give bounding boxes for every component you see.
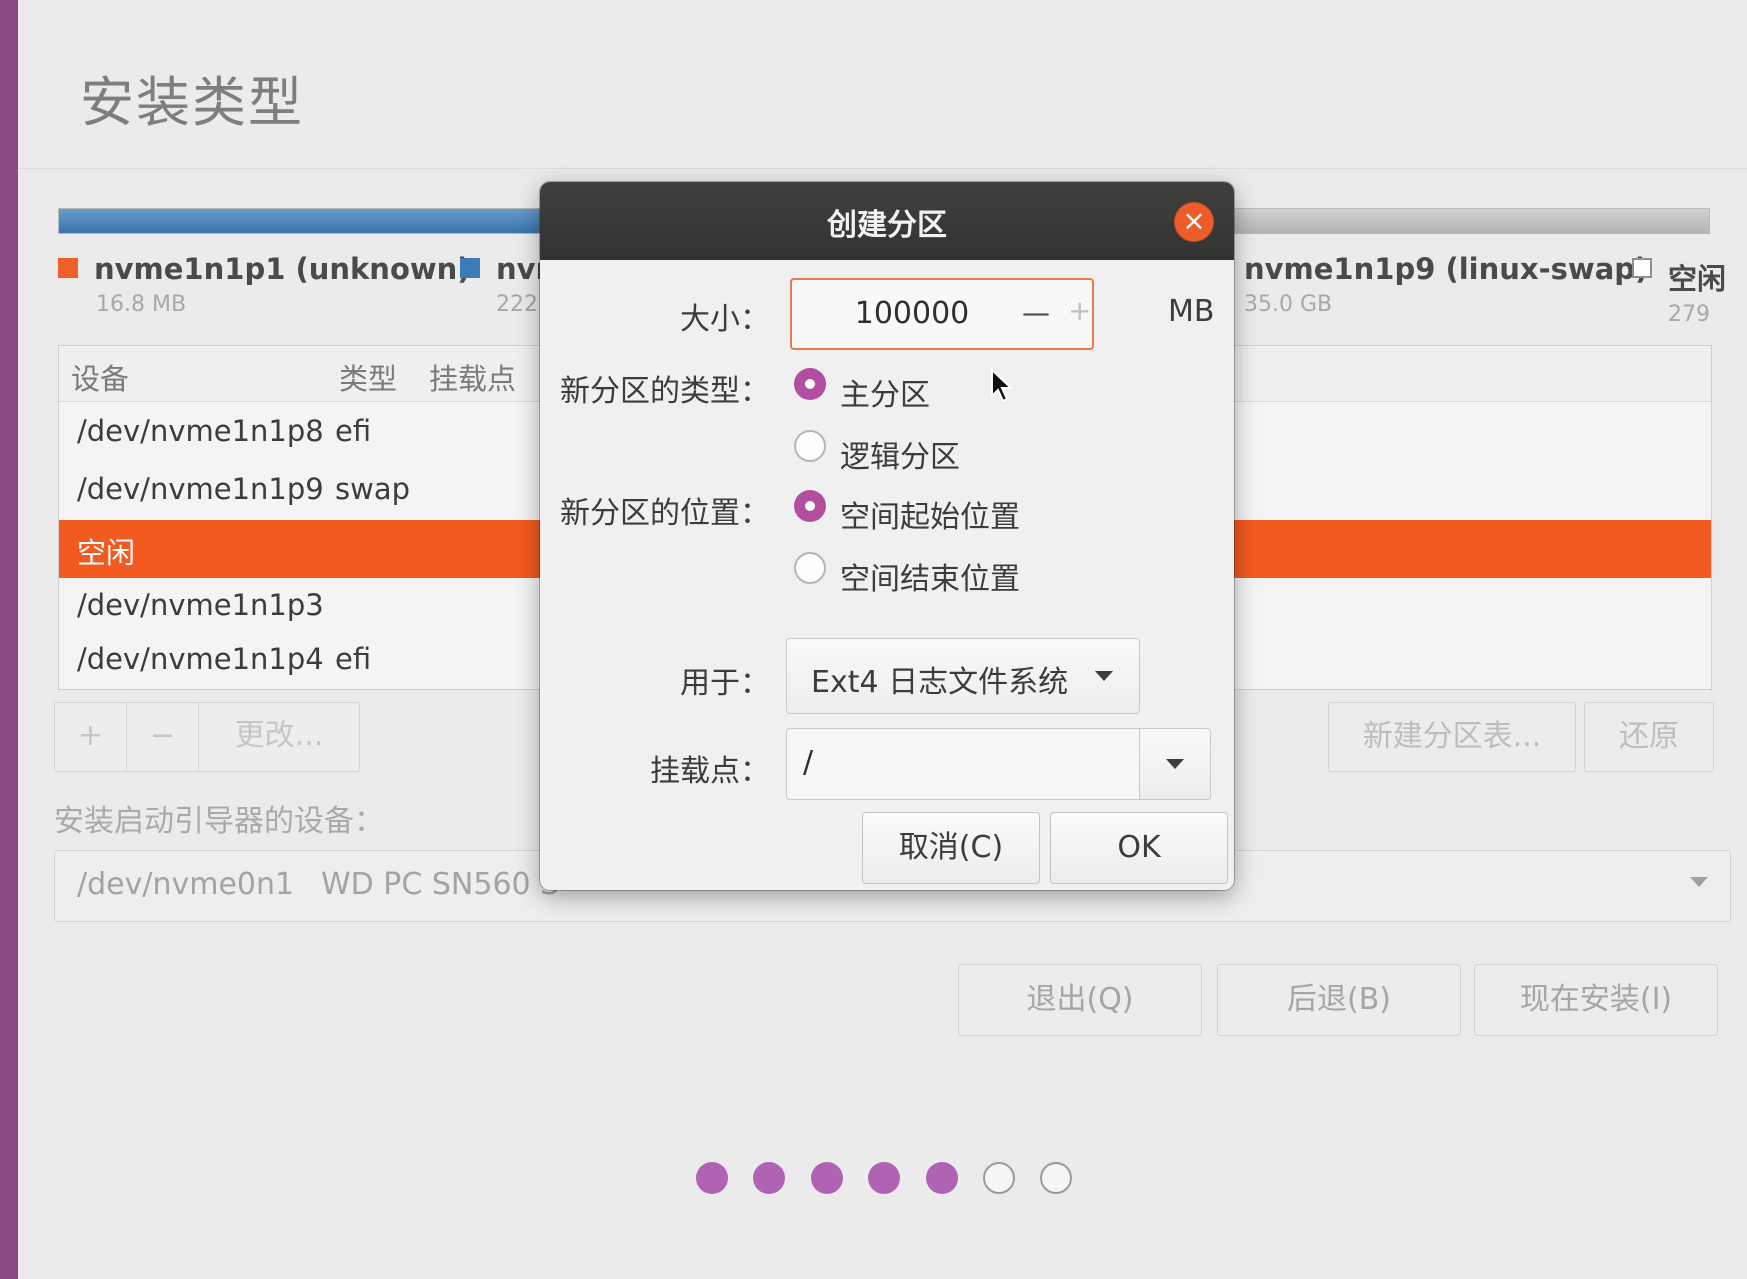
radio-end[interactable] [794,552,826,584]
boot-device-model: WD PC SN560 S [321,867,560,902]
radio-primary-label[interactable]: 主分区 [840,370,930,414]
legend-name-swap: nvme1n1p9 (linux-swap) [1244,252,1649,286]
new-partition-table-button[interactable]: 新建分区表... [1328,702,1576,772]
dialog-title: 创建分区 [827,208,947,243]
radio-start-label[interactable]: 空间起始位置 [840,492,1020,536]
legend-swatch-p1 [58,258,78,278]
progress-dot-empty [983,1162,1015,1194]
mount-point-label: 挂载点： [650,754,770,789]
chevron-down-icon [1166,759,1184,769]
chevron-down-icon [1690,877,1708,887]
progress-dot-empty [1040,1162,1072,1194]
title-divider [18,168,1747,169]
change-partition-button[interactable]: 更改... [199,703,359,771]
column-header-mount[interactable]: 挂载点 [429,356,516,398]
progress-dot [926,1162,958,1194]
create-partition-dialog: 创建分区 × 大小： 100000 — + MB 新分区的类型： 主分区 逻辑分… [540,182,1234,890]
decrement-button[interactable]: — [1022,296,1050,329]
radio-start[interactable] [794,490,826,522]
radio-logical[interactable] [794,430,826,462]
partition-location-label: 新分区的位置： [560,496,770,531]
revert-button[interactable]: 还原 [1584,702,1714,772]
close-icon[interactable]: × [1174,202,1214,242]
cancel-button[interactable]: 取消(C) [862,812,1040,884]
row-device: /dev/nvme1n1p9 [77,472,324,506]
use-as-label: 用于： [680,666,770,701]
progress-dot [696,1162,728,1194]
radio-logical-label[interactable]: 逻辑分区 [840,432,960,476]
mount-point-input[interactable]: / [786,728,1140,800]
filesystem-select[interactable]: Ext4 日志文件系统 [786,638,1140,714]
legend-name-p1: nvme1n1p1 (unknown) [94,252,471,286]
install-now-button[interactable]: 现在安装(I) [1474,964,1718,1036]
row-type: efi [335,414,372,448]
chevron-down-icon [1095,671,1113,681]
legend-size-swap: 35.0 GB [1244,292,1333,317]
size-value[interactable]: 100000 [792,296,1032,331]
quit-button[interactable]: 退出(Q) [958,964,1202,1036]
legend-size-p1: 16.8 MB [96,292,187,317]
filesystem-value: Ext4 日志文件系统 [811,665,1069,700]
column-header-type[interactable]: 类型 [339,356,397,398]
row-device: /dev/nvme1n1p8 [77,414,324,448]
disk-bar-used-segment [59,209,579,233]
progress-dot [753,1162,785,1194]
legend-size-free: 279 [1668,302,1710,327]
back-button[interactable]: 后退(B) [1217,964,1461,1036]
legend-size-p2: 222 [496,292,538,317]
size-label: 大小： [680,302,770,337]
row-device: /dev/nvme1n1p4 [77,642,324,676]
mount-point-dropdown-button[interactable] [1139,728,1211,800]
disk-bar-swap-segment [1229,209,1709,233]
partition-type-label: 新分区的类型： [560,374,770,409]
legend-swatch-free [1632,258,1652,278]
partition-button-group: + − 更改... [54,702,360,772]
increment-button[interactable]: + [1068,294,1091,327]
remove-partition-button[interactable]: − [127,703,199,771]
progress-dot [868,1162,900,1194]
legend-name-free: 空闲 [1668,262,1727,296]
add-partition-button[interactable]: + [55,703,127,771]
legend-swatch-p2 [460,258,480,278]
radio-primary[interactable] [794,368,826,400]
size-spin-input[interactable]: 100000 — + [790,278,1094,350]
boot-loader-label: 安装启动引导器的设备： [54,804,384,839]
column-header-device[interactable]: 设备 [71,356,129,398]
row-device: 空闲 [77,536,136,570]
radio-end-label[interactable]: 空间结束位置 [840,554,1020,598]
mount-point-value: / [803,745,814,780]
row-type: efi [335,642,372,676]
progress-dot [811,1162,843,1194]
boot-device-path: /dev/nvme0n1 [77,867,295,902]
row-device: /dev/nvme1n1p3 [77,588,324,622]
size-unit-label: MB [1168,294,1215,329]
row-type: swap [335,472,411,506]
page-title: 安装类型 [80,71,304,134]
mouse-cursor-icon [991,368,1014,403]
dialog-titlebar[interactable]: 创建分区 × [540,182,1234,260]
ok-button[interactable]: OK [1050,812,1228,884]
